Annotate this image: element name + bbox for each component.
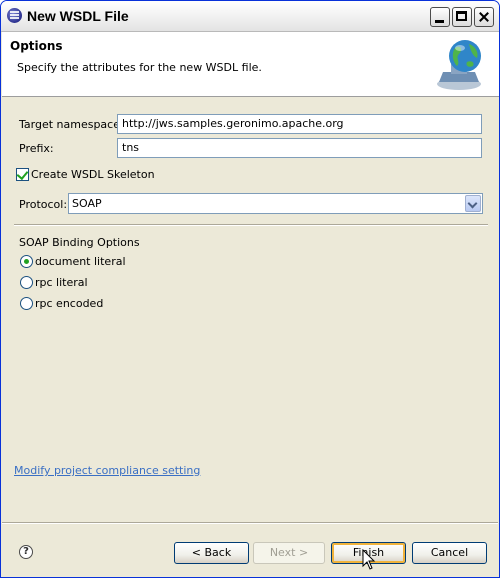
help-icon[interactable]: ? <box>19 545 33 559</box>
radio-document-literal[interactable] <box>20 255 33 268</box>
eclipse-icon <box>7 8 22 23</box>
footer-divider <box>2 522 498 524</box>
create-wsdl-skeleton-label: Create WSDL Skeleton <box>31 168 155 181</box>
protocol-select[interactable]: SOAP <box>68 193 483 214</box>
wsdl-globe-icon <box>437 40 481 90</box>
radio-rpc-literal[interactable] <box>20 276 33 289</box>
protocol-value: SOAP <box>72 197 102 210</box>
radio-rpc-literal-label: rpc literal <box>35 276 88 289</box>
close-button[interactable] <box>474 7 494 27</box>
page-title: Options <box>10 39 63 53</box>
title-bar[interactable]: New WSDL File <box>1 1 499 32</box>
window-title: New WSDL File <box>27 8 129 24</box>
wizard-content: Target namespace: http://jws.samples.ger… <box>2 97 499 492</box>
create-wsdl-skeleton-checkbox[interactable] <box>16 167 29 181</box>
maximize-button[interactable] <box>452 7 472 27</box>
prefix-label: Prefix: <box>19 142 54 155</box>
section-divider <box>14 224 488 226</box>
chevron-down-icon[interactable] <box>465 195 481 212</box>
checkmark-icon <box>16 167 29 181</box>
target-namespace-label: Target namespace: <box>19 118 124 131</box>
radio-document-literal-label: document literal <box>35 255 126 268</box>
mouse-cursor-icon <box>362 549 376 570</box>
radio-selected-dot <box>24 259 29 264</box>
cancel-button[interactable]: Cancel <box>412 542 487 564</box>
soap-binding-options-label: SOAP Binding Options <box>19 236 140 249</box>
page-description: Specify the attributes for the new WSDL … <box>17 61 262 74</box>
modify-compliance-link[interactable]: Modify project compliance setting <box>14 464 200 477</box>
protocol-label: Protocol: <box>19 198 68 211</box>
prefix-field[interactable]: tns <box>117 138 482 158</box>
back-button[interactable]: < Back <box>174 542 249 564</box>
wizard-header: Options Specify the attributes for the n… <box>2 32 499 97</box>
minimize-button[interactable] <box>430 7 450 27</box>
radio-rpc-encoded-label: rpc encoded <box>35 297 104 310</box>
radio-rpc-encoded[interactable] <box>20 297 33 310</box>
target-namespace-field[interactable]: http://jws.samples.geronimo.apache.org <box>117 114 482 134</box>
new-wsdl-file-dialog: New WSDL File Options Specify the attrib… <box>0 0 500 578</box>
next-button[interactable]: Next > <box>253 542 325 564</box>
